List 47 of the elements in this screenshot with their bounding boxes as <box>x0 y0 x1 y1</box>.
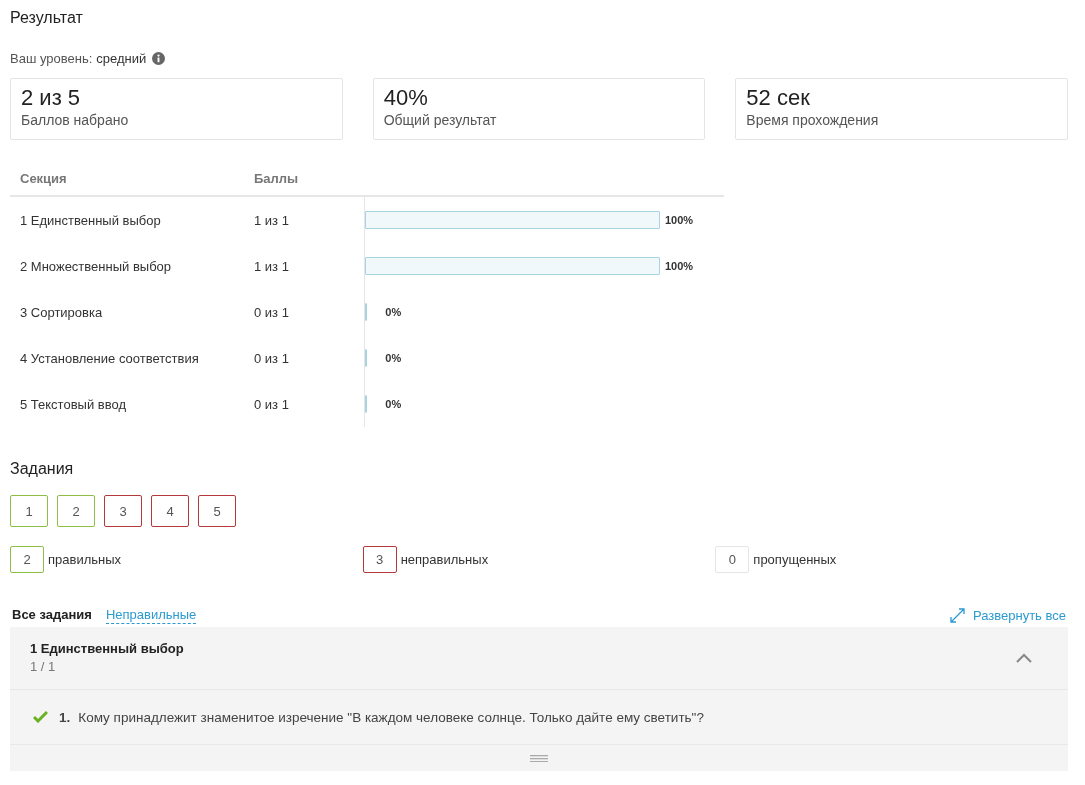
section-heading: 1 Единственный выбор <box>30 640 184 658</box>
count-badge: 3 <box>362 546 397 573</box>
task-button[interactable]: 5 <box>198 495 236 527</box>
count-badge: 2 <box>10 546 44 573</box>
section-name: 1 Единственный выбор <box>19 212 162 228</box>
question-text: Кому принадлежит знаменитое изречение "В каждом человеке солнце. Только дайте ему светить"? <box>78 709 704 725</box>
percent-label: 0% <box>385 352 402 364</box>
stat-value: 52 сек <box>746 85 811 111</box>
drag-handle-icon[interactable] <box>530 754 548 762</box>
info-icon[interactable] <box>152 51 166 65</box>
task-button[interactable]: 3 <box>104 495 142 527</box>
count-badge: 0 <box>715 546 750 573</box>
stat-label: Общий результат <box>383 111 498 129</box>
chevron-icon[interactable] <box>1016 653 1032 663</box>
count-label: правильных <box>48 552 122 567</box>
count-label: неправильных <box>400 552 489 567</box>
stat-value: 40% <box>383 85 429 111</box>
column-header: Баллы <box>254 170 300 186</box>
section-name: 5 Текстовый ввод <box>19 396 127 412</box>
task-button[interactable]: 4 <box>151 495 189 527</box>
percent-label: 0% <box>385 398 402 410</box>
percent-label: 100% <box>665 260 694 272</box>
stat-value: 2 из 5 <box>21 85 82 111</box>
section-score: 1 / 1 <box>30 658 57 676</box>
section-title: Задания <box>10 459 75 479</box>
stat-label: Баллов набрано <box>21 111 130 129</box>
level-label: Ваш уровень: <box>10 50 93 66</box>
percent-label: 0% <box>385 306 402 318</box>
stat-label: Время прохождения <box>746 111 880 129</box>
section-score: 1 из 1 <box>254 212 290 228</box>
question-number: 1. <box>59 709 71 725</box>
section-score: 0 из 1 <box>254 304 290 320</box>
count-label: пропущенных <box>753 552 837 567</box>
page-title: Результат <box>10 8 84 28</box>
task-button[interactable]: 2 <box>57 495 95 527</box>
section-score: 0 из 1 <box>254 396 290 412</box>
section-name: 4 Установление соответствия <box>19 350 200 366</box>
section-score: 1 из 1 <box>254 258 290 274</box>
section-name: 2 Множественный выбор <box>19 258 173 274</box>
filter-tab[interactable]: Все задания <box>12 606 92 624</box>
section-score: 0 из 1 <box>254 350 290 366</box>
task-button[interactable]: 1 <box>10 495 48 527</box>
section-name: 3 Сортировка <box>19 304 104 320</box>
level-value: средний <box>96 50 147 66</box>
expand-arrows-icon <box>950 607 965 623</box>
column-header: Секция <box>19 170 68 186</box>
percent-label: 100% <box>665 214 694 226</box>
